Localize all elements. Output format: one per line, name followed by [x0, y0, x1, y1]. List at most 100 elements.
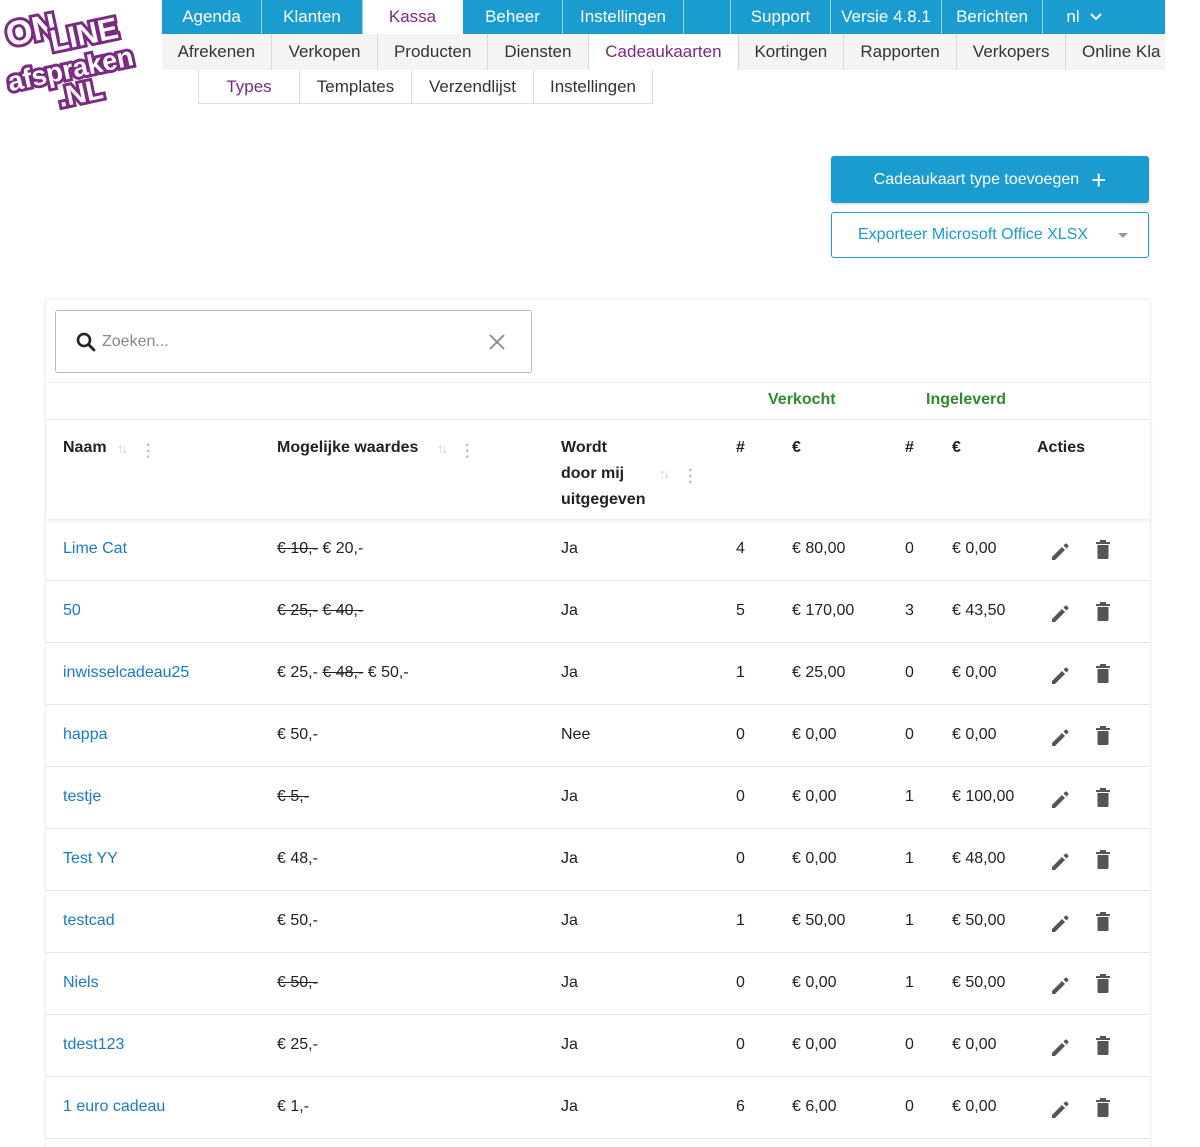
trash-icon[interactable] [1095, 849, 1111, 870]
value-amount: € 25,- [277, 602, 318, 619]
trash-icon[interactable] [1095, 601, 1111, 622]
value-amount: € 5,- [277, 788, 310, 805]
edit-icon[interactable] [1049, 1098, 1071, 1120]
column-header-redeemed-count: # [905, 439, 914, 456]
plus-icon: + [1091, 164, 1107, 195]
search-box [55, 310, 532, 373]
export-button-label: Exporteer Microsoft Office XLSX [858, 226, 1089, 243]
sub-navigation: Afrekenen Verkopen Producten Diensten Ca… [162, 34, 1165, 70]
edit-icon[interactable] [1049, 1036, 1071, 1058]
redeemed-count: 1 [905, 850, 914, 867]
group-redeemed-label: Ingeleverd [926, 391, 1007, 408]
trash-icon[interactable] [1095, 1097, 1111, 1118]
export-xlsx-button[interactable]: Exporteer Microsoft Office XLSX [831, 212, 1149, 258]
redeemed-count: 0 [905, 1036, 914, 1053]
edit-icon[interactable] [1049, 788, 1071, 810]
edit-icon[interactable] [1049, 726, 1071, 748]
giftcard-name-link[interactable]: 1 euro cadeau [63, 1098, 165, 1116]
language-selector[interactable]: nl [1043, 0, 1125, 34]
edit-icon[interactable] [1049, 850, 1071, 872]
column-header-sold-count: # [736, 439, 745, 456]
sold-count: 1 [736, 912, 745, 929]
sort-icon[interactable]: ↑↓ [117, 441, 128, 456]
subnav-rapporten[interactable]: Rapporten [843, 34, 958, 70]
add-giftcard-type-button[interactable]: Cadeaukaart type toevoegen + [831, 156, 1149, 203]
sold-amount: € 50,00 [792, 912, 846, 929]
giftcard-name-link[interactable]: inwisselcadeau25 [63, 664, 189, 682]
edit-icon[interactable] [1049, 540, 1071, 562]
column-header-redeemed-amount: € [952, 439, 961, 456]
trash-icon[interactable] [1095, 1035, 1111, 1056]
topnav-agenda[interactable]: Agenda [162, 0, 262, 34]
sold-amount: € 170,00 [792, 602, 855, 619]
possible-values: € 1,- [277, 1098, 309, 1116]
subnav-producten[interactable]: Producten [378, 34, 489, 70]
topnav-kassa[interactable]: Kassa [363, 0, 463, 34]
subnav-diensten[interactable]: Diensten [488, 34, 589, 70]
giftcard-types-card: Verkocht Ingeleverd Naam ↑↓ ··· Mogelijk… [46, 300, 1150, 1147]
giftcard-name-link[interactable]: tdest123 [63, 1036, 124, 1054]
subnav-afrekenen[interactable]: Afrekenen [162, 34, 272, 70]
online-afspraken-logo[interactable]: ON LINE afspraken .NL [0, 0, 150, 112]
edit-icon[interactable] [1049, 974, 1071, 996]
column-header-values[interactable]: Mogelijke waardes [277, 435, 418, 461]
trash-icon[interactable] [1095, 663, 1111, 684]
giftcard-name-link[interactable]: testje [63, 788, 101, 806]
trash-icon[interactable] [1095, 725, 1111, 746]
value-amount: € 25,- [277, 1036, 318, 1053]
redeemed-amount: € 48,00 [952, 850, 1006, 867]
table-row: 1 euro cadeau € 1,- Ja 6 € 6,00 0 € 0,00 [46, 1077, 1150, 1139]
subnav-verkopen[interactable]: Verkopen [271, 34, 379, 70]
top-navigation: Agenda Klanten Kassa Beheer Instellingen… [162, 0, 1165, 34]
redeemed-amount: € 0,00 [952, 540, 997, 557]
table-header: Naam ↑↓ · · · Mogelijke waardes ↑↓ · · · Wor… [46, 421, 1150, 519]
tab-verzendlijst[interactable]: Verzendlijst [411, 70, 533, 104]
giftcard-name-link[interactable]: 50 [63, 602, 81, 620]
tab-templates[interactable]: Templates [299, 70, 411, 104]
giftcard-name-link[interactable]: testcad [63, 912, 115, 930]
table-row: inwisselcadeau25 € 25,- € 48,- € 50,- Ja 1 €… [46, 643, 1150, 705]
value-amount: € 1,- [277, 1098, 310, 1115]
table-row: 50 € 25,- € 40,- Ja 5 € 170,00 3 € 43,50 [46, 581, 1150, 643]
giftcard-name-link[interactable]: Lime Cat [63, 540, 127, 558]
issued-by-me: Ja [561, 788, 578, 805]
sort-icon[interactable]: ↑↓ [659, 466, 670, 481]
column-menu-icon[interactable]: · · · [688, 463, 693, 491]
trash-icon[interactable] [1095, 787, 1111, 808]
giftcard-name-link[interactable]: Niels [63, 974, 99, 992]
topnav-klanten[interactable]: Klanten [262, 0, 363, 34]
sort-icon[interactable]: ↑↓ [437, 441, 448, 456]
caret-down-icon [1118, 233, 1128, 238]
column-header-name[interactable]: Naam [63, 435, 107, 461]
issued-by-me: Ja [561, 850, 578, 867]
subnav-kortingen[interactable]: Kortingen [739, 34, 844, 70]
trash-icon[interactable] [1095, 911, 1111, 932]
tab-types[interactable]: Types [198, 70, 299, 104]
topnav-support[interactable]: Support [731, 0, 831, 34]
edit-icon[interactable] [1049, 602, 1071, 624]
sold-count: 0 [736, 850, 745, 867]
trash-icon[interactable] [1095, 973, 1111, 994]
subnav-online-klanten[interactable]: Online Kla [1066, 34, 1165, 70]
topnav-berichten[interactable]: Berichten [942, 0, 1043, 34]
search-input[interactable] [102, 329, 462, 355]
tab-instellingen[interactable]: Instellingen [533, 70, 653, 104]
redeemed-amount: € 43,50 [952, 602, 1006, 619]
table-row: testje € 5,- Ja 0 € 0,00 1 € 100,00 [46, 767, 1150, 829]
edit-icon[interactable] [1049, 912, 1071, 934]
subnav-verkopers[interactable]: Verkopers [957, 34, 1067, 70]
topnav-instellingen[interactable]: Instellingen [563, 0, 684, 34]
topnav-version[interactable]: Versie 4.8.1 [831, 0, 942, 34]
edit-icon[interactable] [1049, 664, 1071, 686]
subnav-cadeaukaarten[interactable]: Cadeaukaarten [588, 34, 739, 70]
column-header-issued[interactable]: Wordt door mij uitgegeven [561, 435, 645, 513]
column-menu-icon[interactable]: · · · [465, 438, 470, 466]
giftcard-name-link[interactable]: Test YY [63, 850, 118, 868]
trash-icon[interactable] [1095, 539, 1111, 560]
value-amount: € 48,- [277, 850, 318, 867]
close-icon[interactable] [488, 333, 506, 351]
group-sold-label: Verkocht [768, 391, 836, 408]
giftcard-name-link[interactable]: happa [63, 726, 108, 744]
topnav-beheer[interactable]: Beheer [463, 0, 563, 34]
column-menu-icon[interactable]: · · · [146, 438, 151, 466]
